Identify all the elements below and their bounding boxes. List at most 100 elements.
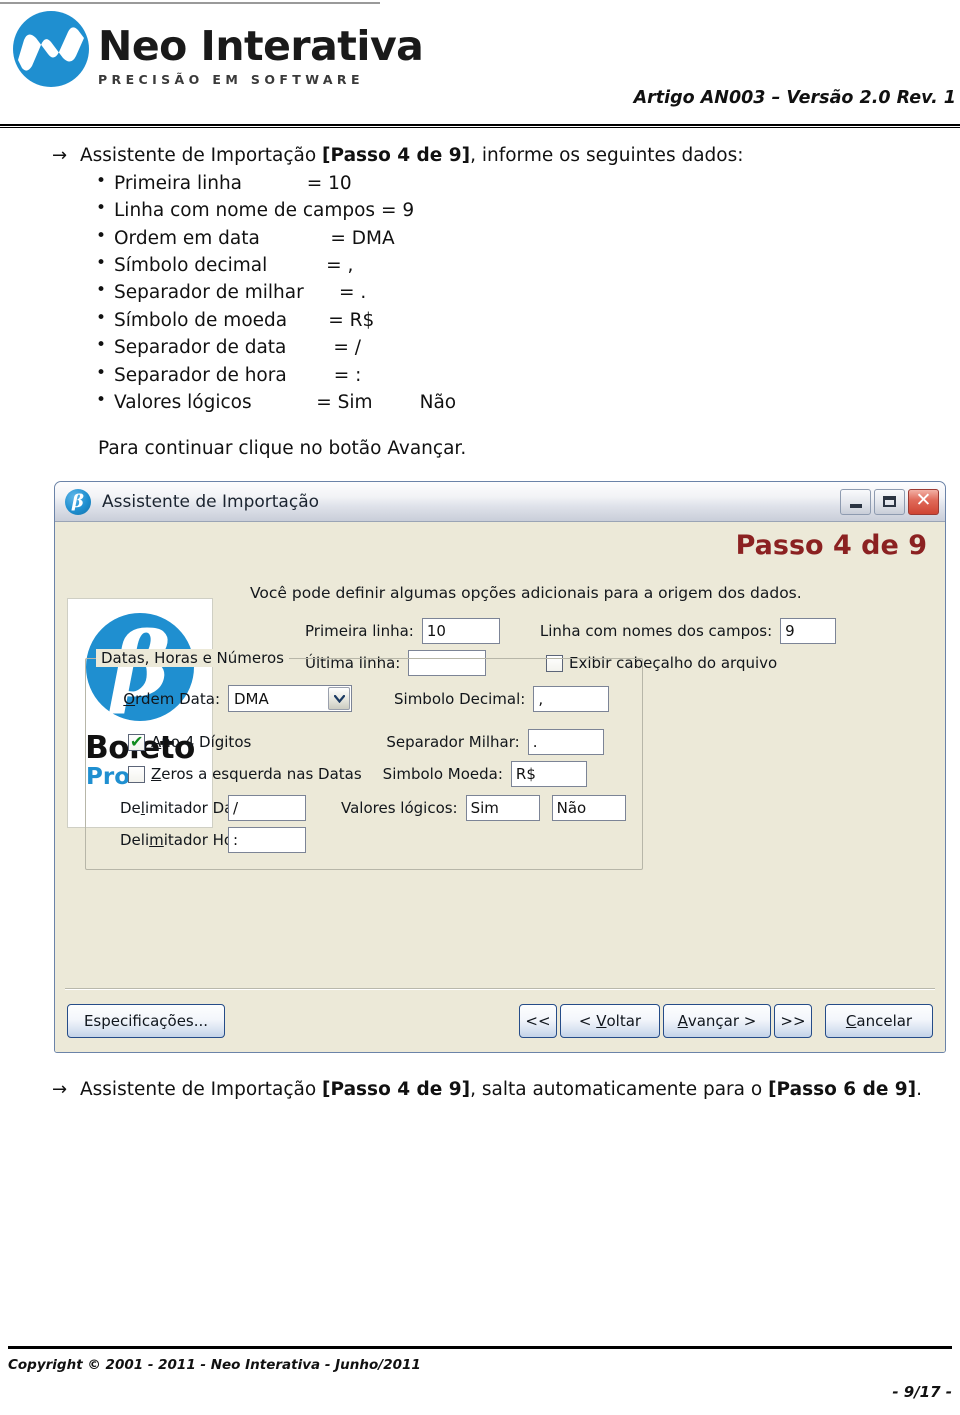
- spec-label: Valores lógicos: [114, 391, 252, 413]
- spec-label: Primeira linha: [114, 172, 243, 194]
- list-item: • Primeira linha = 10: [96, 170, 942, 197]
- bullet-icon: •: [96, 198, 107, 219]
- ordem-data-label: Ordem Data:: [123, 689, 220, 708]
- step-badge: Passo 4 de 9: [735, 530, 927, 562]
- linha-nomes-campos-input[interactable]: 9: [780, 618, 837, 645]
- ordem-data-select[interactable]: DMA: [228, 685, 352, 713]
- bullet-icon: •: [96, 225, 107, 246]
- bullet-icon: •: [96, 335, 107, 356]
- spec-value: = :: [333, 364, 362, 386]
- list-item: • Valores lógicos = Sim Não: [96, 389, 942, 416]
- post-note-step-label-2: [Passo 6 de 9]: [768, 1079, 917, 1101]
- bullet-icon: •: [96, 280, 107, 301]
- bullet-icon: •: [96, 170, 107, 191]
- groupbox-title: Datas, Horas e Números: [96, 649, 289, 668]
- list-item: • Ordem em data = DMA: [96, 225, 942, 252]
- page-header: Neo Interativa PRECISÃO EM SOFTWARE Arti…: [0, 0, 960, 132]
- ano-4-digitos-label: Ano 4 Dígitos: [151, 733, 252, 752]
- zeros-esquerda-checkbox[interactable]: Zeros a esquerda nas Datas: [128, 765, 362, 783]
- minimize-button[interactable]: [840, 488, 871, 515]
- close-button[interactable]: ✕: [908, 488, 939, 515]
- intro-text-before: Assistente de Importação: [80, 145, 323, 166]
- spec-value: = 10: [306, 172, 352, 194]
- bullet-icon: •: [96, 389, 107, 410]
- spec-pad: [286, 337, 333, 358]
- arrow-icon: →: [52, 145, 68, 166]
- document-content: → Assistente de Importação [Passo 4 de 9]…: [0, 144, 960, 1104]
- spec-pad: [287, 310, 328, 331]
- dates-numbers-groupbox: Datas, Horas e Números Ordem Data: DMA S…: [85, 649, 643, 871]
- valores-logicos-nao-input[interactable]: Não: [551, 795, 626, 822]
- spec-list: • Primeira linha = 10 • Linha com nome de …: [18, 170, 942, 416]
- list-item: • Símbolo de moeda = R$: [96, 307, 942, 334]
- delimitador-hora-input[interactable]: :: [228, 827, 306, 854]
- maximize-icon: [883, 496, 896, 508]
- chevron-down-icon[interactable]: [328, 687, 350, 711]
- checkbox-box: [128, 765, 145, 783]
- import-wizard-window: β Assistente de Importação ✕ Passo 4 de …: [54, 481, 946, 1054]
- primeira-linha-input[interactable]: 10: [421, 618, 500, 645]
- dialog-button-bar: Especificações... << < Voltar Avançar > …: [67, 1004, 933, 1039]
- post-note-text-after: .: [916, 1079, 923, 1101]
- valores-logicos-label: Valores lógicos:: [341, 799, 458, 818]
- last-step-button[interactable]: >>: [774, 1004, 812, 1039]
- maximize-button[interactable]: [874, 488, 905, 515]
- separador-milhar-label: Separador Milhar:: [386, 733, 520, 752]
- list-item: • Separador de hora = :: [96, 362, 942, 389]
- spec-label: Separador de hora: [114, 364, 287, 386]
- page-number: - 9/17 -: [892, 1383, 952, 1401]
- post-note-step-label: [Passo 4 de 9]: [322, 1079, 471, 1101]
- bullet-icon: •: [96, 307, 107, 328]
- valores-logicos-sim-input[interactable]: Sim: [465, 795, 540, 822]
- next-button[interactable]: Avançar >: [663, 1004, 771, 1039]
- post-note-paragraph: → Assistente de Importação [Passo 4 de 9]…: [52, 1077, 936, 1104]
- intro-paragraph: → Assistente de Importação [Passo 4 de 9]…: [52, 144, 942, 169]
- spec-pad: [260, 228, 331, 249]
- spec-pad: [304, 282, 339, 303]
- back-button[interactable]: < Voltar: [560, 1004, 660, 1039]
- simbolo-decimal-input[interactable]: ,: [533, 685, 610, 712]
- close-icon: ✕: [915, 489, 932, 512]
- first-step-button[interactable]: <<: [519, 1004, 557, 1039]
- spec-label: Separador de data: [114, 337, 287, 359]
- cancel-button[interactable]: Cancelar: [825, 1004, 933, 1039]
- footer-divider: [8, 1346, 952, 1349]
- list-item: • Separador de data = /: [96, 334, 942, 361]
- simbolo-moeda-input[interactable]: R$: [510, 761, 587, 788]
- checkbox-box: [128, 732, 145, 751]
- spec-label: Linha com nome de campos: [114, 200, 376, 222]
- window-controls: ✕: [840, 488, 939, 515]
- window-title: Assistente de Importação: [102, 491, 320, 512]
- list-item: • Separador de milhar = .: [96, 279, 942, 306]
- article-reference: Artigo AN003 – Versão 2.0 Rev. 1: [633, 88, 956, 108]
- neo-interativa-wave-logo: [12, 10, 90, 88]
- especificacoes-button[interactable]: Especificações...: [67, 1004, 225, 1039]
- post-note-text-before: Assistente de Importação: [80, 1079, 323, 1101]
- bullet-icon: •: [96, 362, 107, 383]
- intro-text-after: , informe os seguintes dados:: [470, 145, 744, 166]
- spec-value: = R$: [328, 309, 375, 331]
- ano-4-digitos-checkbox[interactable]: Ano 4 Dígitos: [128, 732, 252, 752]
- delimitador-data-input[interactable]: /: [228, 795, 306, 822]
- intro-step-label: [Passo 4 de 9]: [322, 145, 471, 166]
- delimitador-data-label: Delimitador Data:: [120, 799, 254, 818]
- window-body: Passo 4 de 9 Você pode definir algumas o…: [55, 522, 945, 1053]
- separador-milhar-input[interactable]: .: [527, 729, 604, 756]
- spec-label: Ordem em data: [114, 227, 260, 249]
- simbolo-moeda-label: Simbolo Moeda:: [382, 765, 503, 784]
- header-divider: [0, 124, 960, 128]
- linha-nomes-campos-label: Linha com nomes dos campos:: [539, 622, 773, 641]
- zeros-esquerda-label: Zeros a esquerda nas Datas: [151, 765, 362, 784]
- primeira-linha-label: Primeira linha:: [305, 622, 414, 641]
- dialog-intro-text: Você pode definir algumas opções adicion…: [250, 584, 802, 603]
- continue-instruction: Para continuar clique no botão Avançar.: [98, 438, 467, 460]
- arrow-icon: →: [52, 1079, 68, 1101]
- brand-name: Neo Interativa: [98, 22, 424, 70]
- window-titlebar[interactable]: β Assistente de Importação ✕: [55, 482, 945, 523]
- spec-value: = .: [338, 282, 367, 304]
- spec-value: = Sim Não: [316, 391, 457, 413]
- page-footer: Copyright © 2001 - 2011 - Neo Interativa…: [0, 1346, 960, 1401]
- copyright-text: Copyright © 2001 - 2011 - Neo Interativa…: [8, 1357, 421, 1373]
- spec-value: = DMA: [330, 227, 395, 249]
- minimize-icon: [849, 503, 862, 508]
